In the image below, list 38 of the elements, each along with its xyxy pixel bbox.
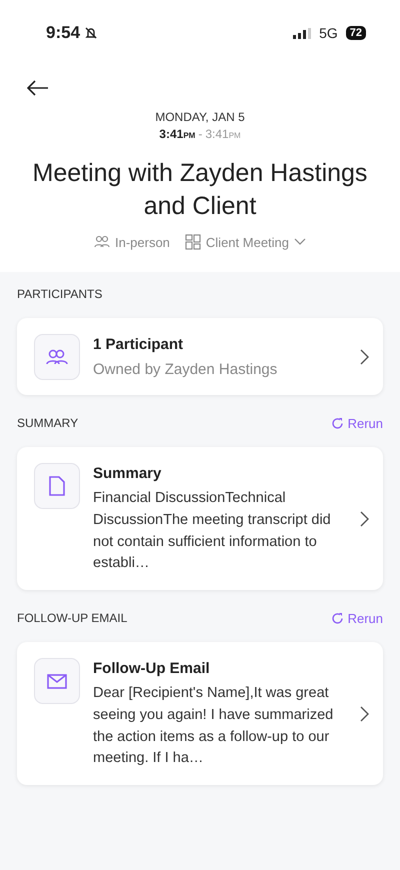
grid-icon	[184, 234, 201, 250]
end-time: 3:41PM	[205, 127, 241, 141]
rerun-link[interactable]: Rerun	[330, 416, 383, 430]
back-arrow-icon[interactable]	[27, 80, 49, 96]
meeting-date: MONDAY, JAN 5	[155, 110, 245, 124]
rerun-link[interactable]: Rerun	[330, 610, 383, 626]
network-label: 5G	[319, 25, 338, 41]
card-title: Follow-Up Email	[93, 660, 211, 677]
envelope-icon	[47, 674, 67, 688]
section-card[interactable]: 1 Participant Owned by Zayden Hastings	[17, 318, 383, 395]
card-subtitle: Owned by Zayden Hastings	[93, 361, 278, 378]
document-icon	[49, 476, 65, 496]
card-preview-text: Financial DiscussionTechnical DiscussionThe meeting transcript did not contain sufficient information to establi…	[93, 489, 332, 574]
card-title: 1 Participant	[93, 336, 184, 353]
section-heading: PARTICIPANTS	[17, 287, 102, 301]
chevron-right-icon	[360, 511, 369, 527]
signal-icon	[293, 28, 312, 38]
chevron-right-icon	[360, 706, 369, 722]
chevron-down-icon	[294, 238, 306, 246]
section-heading: SUMMARY	[17, 416, 78, 430]
section-card[interactable]: Summary Financial DiscussionTechnical DiscussionThe meeting transcript did not contain sufficient information to establi…	[17, 447, 383, 590]
battery-indicator: 72	[346, 26, 366, 40]
muted-bell-icon	[84, 26, 98, 40]
start-time: 3:41PM	[159, 127, 196, 141]
location-label: In-person	[114, 234, 170, 250]
time-separator: -	[198, 127, 202, 141]
chevron-right-icon	[360, 349, 369, 365]
section-card[interactable]: Follow-Up Email Dear [Recipient's Name],It was great seeing you again! I have summarized the action items as a follow-up to our meeting. If I ha…	[17, 642, 383, 785]
refresh-icon	[330, 416, 344, 430]
people-icon	[94, 235, 110, 249]
card-title: Summary	[93, 465, 162, 482]
meeting-title: Meeting with Zayden Hastings and Client	[32, 158, 368, 222]
card-preview-text: Dear [Recipient's Name],It was great seeing you again! I have summarized the action items as a follow-up to our meeting. If I ha…	[93, 684, 334, 768]
people-icon	[46, 349, 68, 365]
refresh-icon	[330, 612, 344, 624]
meeting-type-dropdown[interactable]: Client Meeting	[184, 234, 306, 250]
section-heading: FOLLOW-UP EMAIL	[17, 611, 128, 625]
status-time: 9:54	[46, 23, 80, 43]
